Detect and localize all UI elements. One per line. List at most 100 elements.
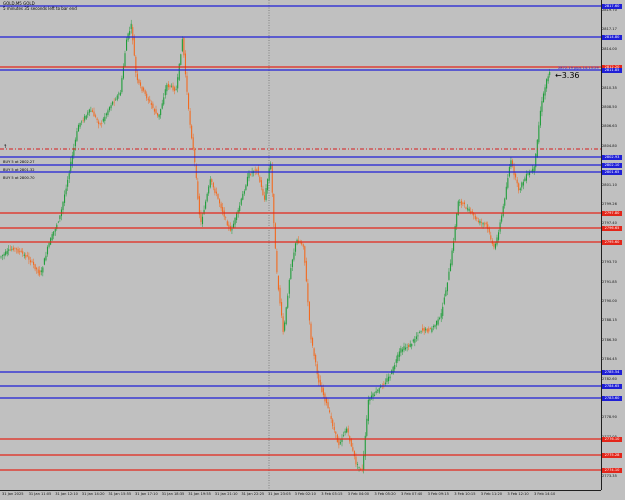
price-axis-label: 2806.63 <box>602 124 617 129</box>
price-axis-label: 2773.35 <box>602 473 617 478</box>
bear-candle <box>335 431 337 434</box>
bull-candle <box>291 259 293 267</box>
bear-candle <box>14 248 16 249</box>
bear-candle <box>19 251 21 253</box>
bear-candle <box>256 169 258 171</box>
bull-candle <box>288 279 290 294</box>
bear-candle <box>361 468 363 470</box>
bull-candle <box>88 109 90 113</box>
bull-candle <box>504 198 506 206</box>
bear-candle <box>150 102 152 105</box>
bear-candle <box>273 193 275 224</box>
price-level-tag: 2801.65 <box>602 169 622 175</box>
bear-candle <box>136 73 138 81</box>
bull-candle <box>436 321 438 326</box>
bull-candle <box>285 307 287 324</box>
candles <box>0 19 551 474</box>
bull-candle <box>479 221 481 224</box>
order-label: BUY 5 at 2801.32 <box>3 168 35 172</box>
bid-note: 2872.19 pips 14:13:29 <box>558 66 599 70</box>
price-level-tag: 2775.28 <box>602 452 622 458</box>
bull-candle <box>62 201 64 211</box>
bear-candle <box>274 223 276 249</box>
bull-candle <box>236 213 238 221</box>
price-levels[interactable] <box>0 5 601 471</box>
bear-candle <box>308 301 310 321</box>
bear-candle <box>254 169 256 171</box>
bull-candle <box>505 186 507 199</box>
bull-candle <box>108 107 111 111</box>
bear-candle <box>82 120 84 121</box>
bear-candle <box>474 216 476 220</box>
bull-candle <box>164 89 166 96</box>
bull-candle <box>496 237 498 245</box>
spread-value: 3.36 <box>561 71 580 80</box>
price-chart[interactable] <box>0 0 625 500</box>
bull-candle <box>0 256 2 258</box>
bear-candle <box>332 419 334 427</box>
bear-candle <box>250 174 252 175</box>
chart-window[interactable]: GOLD,M5 GOLD 5 minutes 35 seconds left t… <box>0 0 625 500</box>
bull-candle <box>346 428 348 433</box>
bull-candle <box>110 105 112 109</box>
bear-candle <box>200 213 202 222</box>
bear-candle <box>192 137 194 149</box>
bear-candle <box>28 256 30 260</box>
bull-candle <box>446 282 448 292</box>
bear-candle <box>37 269 39 274</box>
bear-candle <box>429 328 431 329</box>
bull-candle <box>208 186 210 194</box>
bear-candle <box>219 199 221 204</box>
bear-candle <box>12 247 14 250</box>
bear-candle <box>263 195 266 200</box>
bull-candle <box>440 313 442 318</box>
bear-candle <box>211 179 213 183</box>
bear-candle <box>29 260 31 263</box>
bear-candle <box>155 109 157 114</box>
bull-candle <box>546 79 548 89</box>
bear-candle <box>144 90 146 94</box>
bull-candle <box>116 95 118 100</box>
time-axis-label: 31 Jan 22:25 <box>241 492 265 496</box>
bull-candle <box>8 249 10 251</box>
bear-candle <box>138 79 140 84</box>
time-axis-label: 31 Jan 21:10 <box>214 492 238 496</box>
bear-candle <box>355 456 357 465</box>
bear-candle <box>282 316 284 332</box>
price-axis-label: 2799.26 <box>602 202 617 206</box>
bear-candle <box>310 323 312 340</box>
bear-candle <box>228 224 230 227</box>
bull-candle <box>386 378 388 382</box>
bull-candle <box>448 271 450 280</box>
bull-candle <box>90 110 92 112</box>
bull-candle <box>105 113 107 116</box>
bear-candle <box>426 329 428 332</box>
bull-candle <box>23 254 25 256</box>
bull-candle <box>76 131 78 141</box>
bull-candle <box>177 77 179 89</box>
bear-candle <box>184 53 186 75</box>
bar-timer: 5 minutes 35 seconds left to bar end <box>3 6 77 11</box>
price-axis-label: 2786.30 <box>602 337 617 342</box>
bull-candle <box>68 173 70 180</box>
bull-candle <box>544 87 546 96</box>
bull-candle <box>119 92 121 96</box>
bear-candle <box>152 103 154 108</box>
bull-candle <box>158 114 160 118</box>
bear-candle <box>513 166 515 176</box>
bull-candle <box>459 202 461 203</box>
bear-candle <box>423 328 425 332</box>
bear-candle <box>338 439 340 446</box>
bull-candle <box>374 394 376 396</box>
bull-candle <box>121 78 123 92</box>
bull-candle <box>403 346 405 351</box>
bull-candle <box>57 221 59 223</box>
bear-candle <box>22 251 24 254</box>
time-axis-label: 3 Feb 07:40 <box>401 492 423 496</box>
time-axis-label: 31 Jan 12:10 <box>55 492 78 496</box>
time-axis-label: 3 Feb 09:15 <box>427 492 449 496</box>
bear-candle <box>31 261 33 262</box>
bear-candle <box>485 222 487 225</box>
price-level-tag: 2802.93 <box>602 154 622 160</box>
bull-candle <box>339 442 341 444</box>
